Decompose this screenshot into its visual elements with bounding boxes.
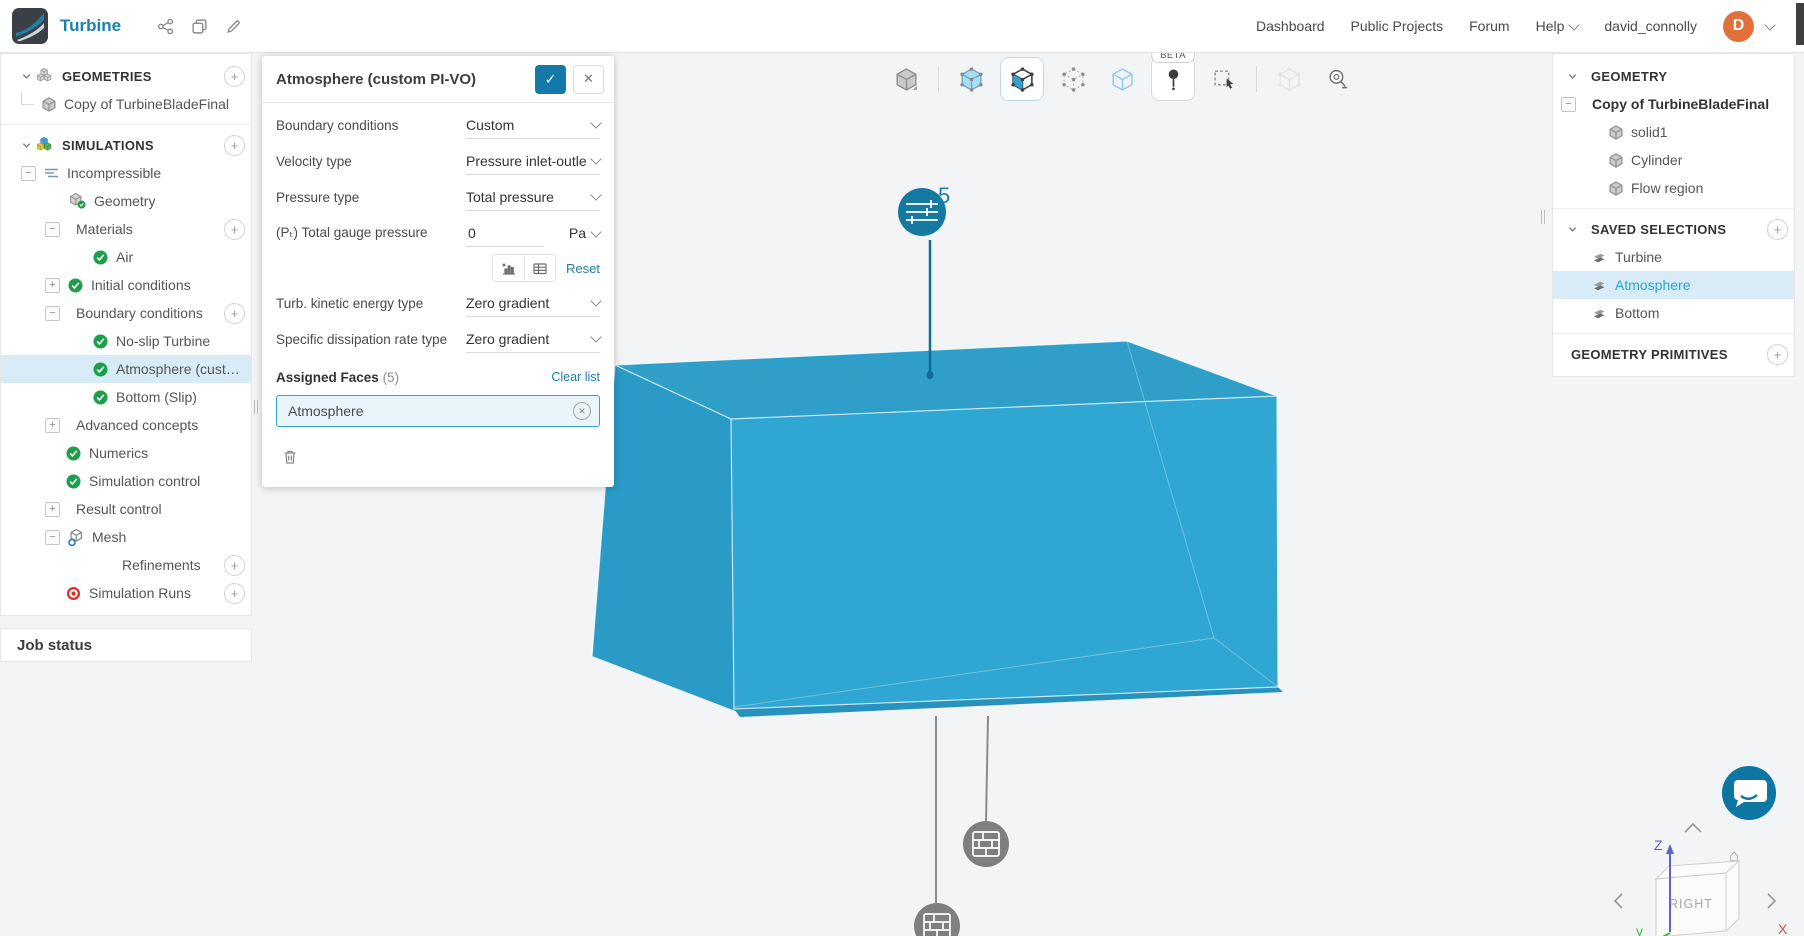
rotate-left-icon[interactable] — [1613, 893, 1623, 909]
edit-icon[interactable] — [223, 16, 243, 36]
orientation-widget[interactable]: ⌂ RIGHT Z y X — [1613, 822, 1788, 936]
project-title: Turbine — [60, 16, 122, 35]
toolbar-separator — [1256, 66, 1257, 92]
box-front-face[interactable] — [731, 396, 1278, 709]
chevron-down-icon — [1568, 18, 1581, 31]
rotate-right-icon[interactable] — [1767, 893, 1777, 909]
field-label: Specific dissipation rate type — [276, 331, 448, 347]
svg-text:y: y — [1636, 923, 1643, 936]
boundary-conditions-select[interactable]: Custom — [466, 112, 602, 139]
check-icon: ✓ — [544, 70, 557, 87]
pressure-type-select[interactable]: Total pressure — [466, 184, 602, 211]
gauge-pressure-input[interactable] — [466, 219, 544, 247]
intercom-button[interactable] — [1722, 766, 1776, 820]
assigned-face-chip[interactable]: Atmosphere ✕ — [276, 395, 600, 427]
field-label: Turb. kinetic energy type — [276, 295, 424, 311]
panel-resize-handle[interactable] — [1541, 210, 1549, 224]
select-volumes-icon[interactable] — [951, 59, 991, 99]
delete-button[interactable] — [276, 443, 304, 471]
duplicate-icon[interactable] — [189, 16, 209, 36]
nav-dashboard[interactable]: Dashboard — [1256, 18, 1325, 34]
isolate-geometry-icon — [1269, 59, 1309, 99]
confirm-button[interactable]: ✓ — [535, 64, 566, 94]
svg-text:X: X — [1778, 921, 1788, 936]
panel-resize-handle[interactable] — [254, 400, 262, 414]
app-logo-icon[interactable] — [12, 8, 48, 44]
axis-x: X — [1778, 921, 1788, 936]
chevron-down-icon — [590, 331, 602, 343]
clear-list-link[interactable]: Clear list — [551, 370, 600, 384]
unit-select[interactable]: Pa — [569, 225, 602, 241]
probe-marker-count: 5 — [938, 183, 950, 208]
username[interactable]: david_connolly — [1604, 18, 1697, 34]
assigned-faces-label: Assigned Faces (5) — [276, 369, 400, 385]
chevron-down-icon[interactable] — [1764, 18, 1776, 31]
close-button[interactable]: ✕ — [573, 64, 604, 94]
reset-link[interactable]: Reset — [566, 261, 600, 276]
scrollbar-thumb[interactable] — [1796, 3, 1804, 45]
chevron-down-icon — [590, 225, 602, 238]
select-vertices-icon[interactable] — [1053, 59, 1093, 99]
field-label: Pressure type — [276, 189, 360, 205]
boundary-condition-dialog: Atmosphere (custom PI-VO) ✓ ✕ Boundary c… — [262, 56, 614, 487]
rotate-up-icon[interactable] — [1684, 822, 1702, 833]
toolbar-separator — [938, 66, 939, 92]
render-mode-icon[interactable] — [886, 59, 926, 99]
chevron-down-icon — [590, 153, 602, 165]
svg-text:Z: Z — [1654, 837, 1663, 853]
remove-face-icon[interactable]: ✕ — [573, 402, 591, 420]
probe-point-icon[interactable]: BETA — [1151, 48, 1195, 101]
nav-public-projects[interactable]: Public Projects — [1351, 18, 1444, 34]
sliders-icon — [906, 200, 938, 224]
velocity-type-select[interactable]: Pressure inlet-outle — [466, 148, 602, 175]
select-edges-icon[interactable] — [1102, 59, 1142, 99]
field-label: Velocity type — [276, 153, 352, 169]
share-icon[interactable] — [155, 16, 175, 36]
field-label: Boundary conditions — [276, 117, 399, 133]
select-faces-icon[interactable] — [1000, 57, 1044, 101]
top-bar: Turbine Dashboard Public Projects Forum … — [0, 0, 1804, 53]
wall-marker-2[interactable] — [914, 716, 960, 936]
measure-icon[interactable] — [1318, 59, 1358, 99]
chevron-down-icon — [590, 295, 602, 307]
nav-help[interactable]: Help — [1536, 18, 1581, 34]
orientation-face-label: RIGHT — [1669, 897, 1713, 911]
nav-forum[interactable]: Forum — [1469, 18, 1509, 34]
table-input-button[interactable] — [524, 255, 556, 281]
chart-input-button[interactable] — [493, 255, 525, 281]
avatar[interactable]: D — [1723, 10, 1754, 42]
chevron-down-icon — [590, 189, 602, 201]
wall-marker-1[interactable] — [963, 715, 1009, 867]
viewport-toolbar: BETA — [886, 48, 1358, 104]
dissipation-select[interactable]: Zero gradient — [466, 326, 602, 353]
chevron-down-icon — [590, 117, 602, 129]
box-select-icon[interactable] — [1204, 59, 1244, 99]
field-label: (Pₜ) Total gauge pressure — [276, 225, 428, 240]
close-icon: ✕ — [583, 71, 594, 86]
dialog-title: Atmosphere (custom PI-VO) — [276, 70, 477, 88]
atmosphere-box[interactable] — [591, 340, 1283, 717]
turb-kinetic-select[interactable]: Zero gradient — [466, 290, 602, 317]
